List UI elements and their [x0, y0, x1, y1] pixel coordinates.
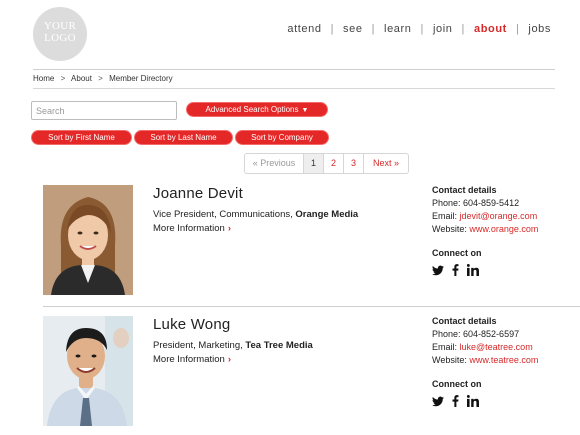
contact-phone: Phone: 604-852-6597 — [432, 328, 538, 341]
pagination-page-2[interactable]: 2 — [323, 154, 343, 173]
contact-email: Email: jdevit@orange.com — [432, 210, 538, 223]
member-card: Joanne Devit Vice President, Communicati… — [43, 185, 580, 300]
logo-line-2: LOGO — [44, 32, 76, 44]
more-information-label: More Information — [153, 354, 225, 365]
member-photo[interactable] — [43, 185, 133, 295]
contact-phone: Phone: 604-859-5412 — [432, 197, 538, 210]
more-information-label: More Information — [153, 223, 225, 234]
phone-label: Phone: — [432, 198, 464, 208]
website-link[interactable]: www.orange.com — [469, 224, 538, 234]
breadcrumb-about[interactable]: About — [71, 74, 92, 83]
nav-item-about[interactable]: about — [471, 23, 510, 35]
contact-details: Contact details Phone: 604-859-5412 Emai… — [432, 184, 538, 236]
nav-separator: | — [371, 23, 376, 35]
member-name: Joanne Devit — [153, 185, 243, 202]
breadcrumb-separator: > — [60, 74, 66, 83]
twitter-icon[interactable] — [432, 394, 444, 412]
member-title: Vice President, Communications, — [153, 209, 296, 220]
advanced-search-label: Advanced Search Options — [205, 105, 299, 114]
nav-separator: | — [515, 23, 520, 35]
header-divider — [33, 69, 555, 70]
nav-item-learn[interactable]: learn — [381, 23, 414, 35]
nav-separator: | — [330, 23, 335, 35]
phone-label: Phone: — [432, 329, 464, 339]
linkedin-icon[interactable] — [466, 394, 479, 412]
nav-item-attend[interactable]: attend — [284, 23, 324, 35]
contact-details-heading: Contact details — [432, 185, 497, 195]
phone-value: 604-852-6597 — [463, 329, 520, 339]
contact-email: Email: luke@teatree.com — [432, 341, 538, 354]
twitter-icon[interactable] — [432, 263, 444, 281]
chevron-right-icon: › — [227, 223, 231, 234]
nav-item-join[interactable]: join — [430, 23, 456, 35]
linkedin-icon[interactable] — [466, 263, 479, 281]
breadcrumb-current: Member Directory — [109, 74, 173, 83]
breadcrumb-separator: > — [98, 74, 103, 83]
pagination: « Previous 1 2 3 Next » — [244, 153, 410, 174]
contact-website: Website: www.orange.com — [432, 223, 538, 236]
more-information-link[interactable]: More Information › — [153, 223, 231, 234]
member-title: President, Marketing, — [153, 340, 246, 351]
nav-item-jobs[interactable]: jobs — [525, 23, 554, 35]
email-label: Email: — [432, 211, 460, 221]
member-card: Luke Wong President, Marketing, Tea Tree… — [43, 316, 580, 428]
pagination-previous[interactable]: « Previous — [245, 154, 303, 173]
breadcrumb: Home > About > Member Directory — [33, 74, 173, 83]
breadcrumb-divider — [33, 88, 555, 89]
email-link[interactable]: jdevit@orange.com — [460, 211, 538, 221]
chevron-right-icon: › — [227, 354, 231, 365]
main-nav: attend | see | learn | join | about | jo… — [284, 23, 554, 35]
nav-separator: | — [420, 23, 424, 35]
member-photo[interactable] — [43, 316, 133, 426]
member-name: Luke Wong — [153, 316, 231, 333]
phone-value: 604-859-5412 — [463, 198, 520, 208]
social-links — [432, 263, 479, 281]
contact-details-heading: Contact details — [432, 316, 497, 326]
email-label: Email: — [432, 342, 460, 352]
member-company: Tea Tree Media — [245, 340, 313, 351]
advanced-search-button[interactable]: Advanced Search Options ▼ — [186, 102, 328, 117]
connect-on-heading: Connect on — [432, 248, 482, 258]
pagination-page-1[interactable]: 1 — [303, 154, 324, 173]
facebook-icon[interactable] — [452, 263, 459, 281]
nav-separator: | — [461, 23, 465, 35]
member-company: Orange Media — [295, 209, 359, 220]
website-label: Website: — [432, 224, 470, 234]
contact-website: Website: www.teatree.com — [432, 354, 538, 367]
pagination-page-3[interactable]: 3 — [343, 154, 363, 173]
sort-company-button[interactable]: Sort by Company — [235, 130, 329, 145]
sort-first-name-button[interactable]: Sort by First Name — [31, 130, 132, 145]
member-role: Vice President, Communications, Orange M… — [153, 209, 358, 220]
nav-item-see[interactable]: see — [340, 23, 366, 35]
facebook-icon[interactable] — [452, 394, 459, 412]
connect-on-heading: Connect on — [432, 379, 482, 389]
logo[interactable]: YOUR LOGO — [33, 7, 87, 61]
chevron-down-icon: ▼ — [301, 107, 309, 114]
email-link[interactable]: luke@teatree.com — [460, 342, 533, 352]
member-divider — [43, 306, 580, 307]
contact-details: Contact details Phone: 604-852-6597 Emai… — [432, 315, 538, 367]
logo-line-1: YOUR — [43, 20, 77, 32]
sort-last-name-button[interactable]: Sort by Last Name — [134, 130, 233, 145]
search-input[interactable] — [31, 101, 177, 120]
member-role: President, Marketing, Tea Tree Media — [153, 340, 313, 351]
pagination-next[interactable]: Next » — [363, 154, 408, 173]
more-information-link[interactable]: More Information › — [153, 354, 231, 365]
website-label: Website: — [432, 355, 470, 365]
breadcrumb-home[interactable]: Home — [33, 74, 54, 83]
website-link[interactable]: www.teatree.com — [469, 355, 538, 365]
social-links — [432, 394, 479, 412]
